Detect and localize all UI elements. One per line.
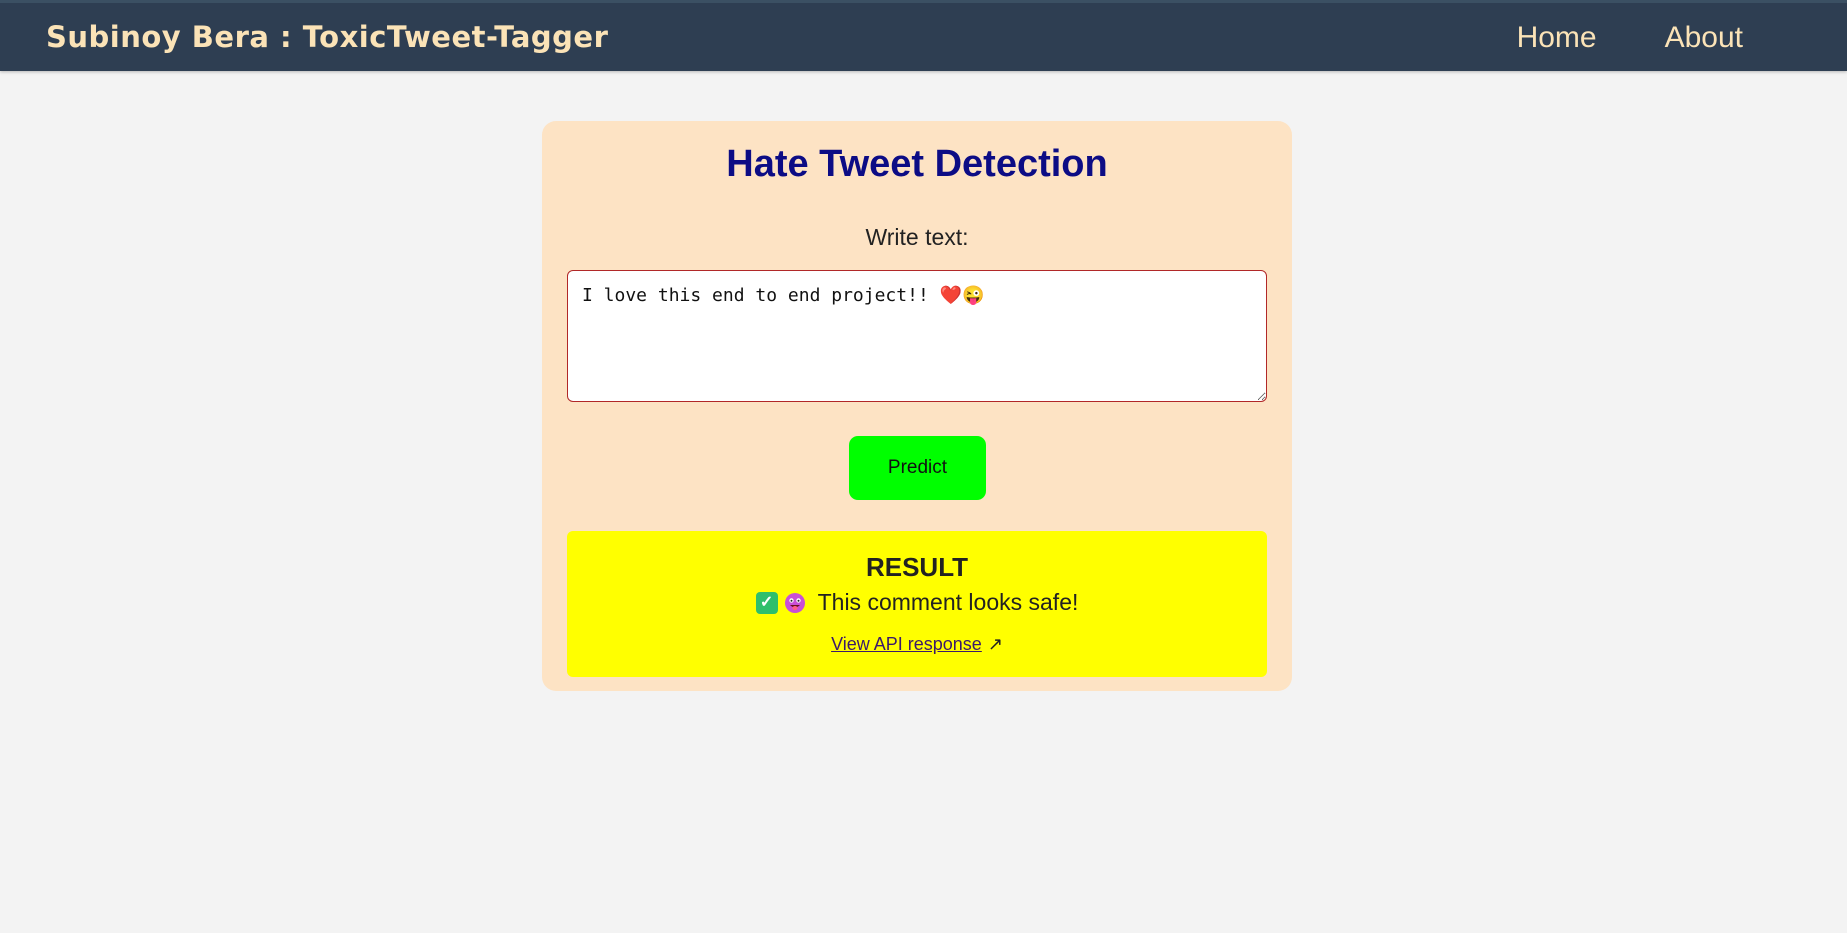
nav-link-home[interactable]: Home bbox=[1517, 21, 1597, 55]
nav-link-about[interactable]: About bbox=[1665, 21, 1743, 55]
check-mark-icon: ✓ bbox=[755, 591, 778, 614]
result-message-row: ✓ This comment looks safe! bbox=[567, 589, 1267, 616]
tweet-text-input[interactable]: I love this end to end project!! ❤️😜 bbox=[567, 270, 1267, 402]
top-navbar: Subinoy Bera : ToxicTweet-Tagger Home Ab… bbox=[0, 0, 1847, 71]
api-response-row: View API response ↗ bbox=[567, 634, 1267, 655]
result-panel: RESULT ✓ This comment looks safe! View A… bbox=[567, 531, 1267, 677]
nav-links: Home About bbox=[1517, 21, 1743, 55]
predict-button[interactable]: Predict bbox=[849, 436, 986, 500]
view-api-response-link[interactable]: View API response bbox=[831, 634, 982, 654]
external-link-icon: ↗ bbox=[987, 634, 1003, 654]
input-label: Write text: bbox=[865, 224, 969, 250]
detection-card: Hate Tweet Detection Write text: I love … bbox=[542, 121, 1292, 691]
result-heading: RESULT bbox=[865, 552, 969, 582]
face-with-tongue-icon bbox=[784, 592, 805, 613]
result-message: This comment looks safe! bbox=[817, 589, 1079, 615]
page-title: Hate Tweet Detection bbox=[726, 143, 1108, 185]
brand-title: Subinoy Bera : ToxicTweet-Tagger bbox=[46, 20, 609, 54]
